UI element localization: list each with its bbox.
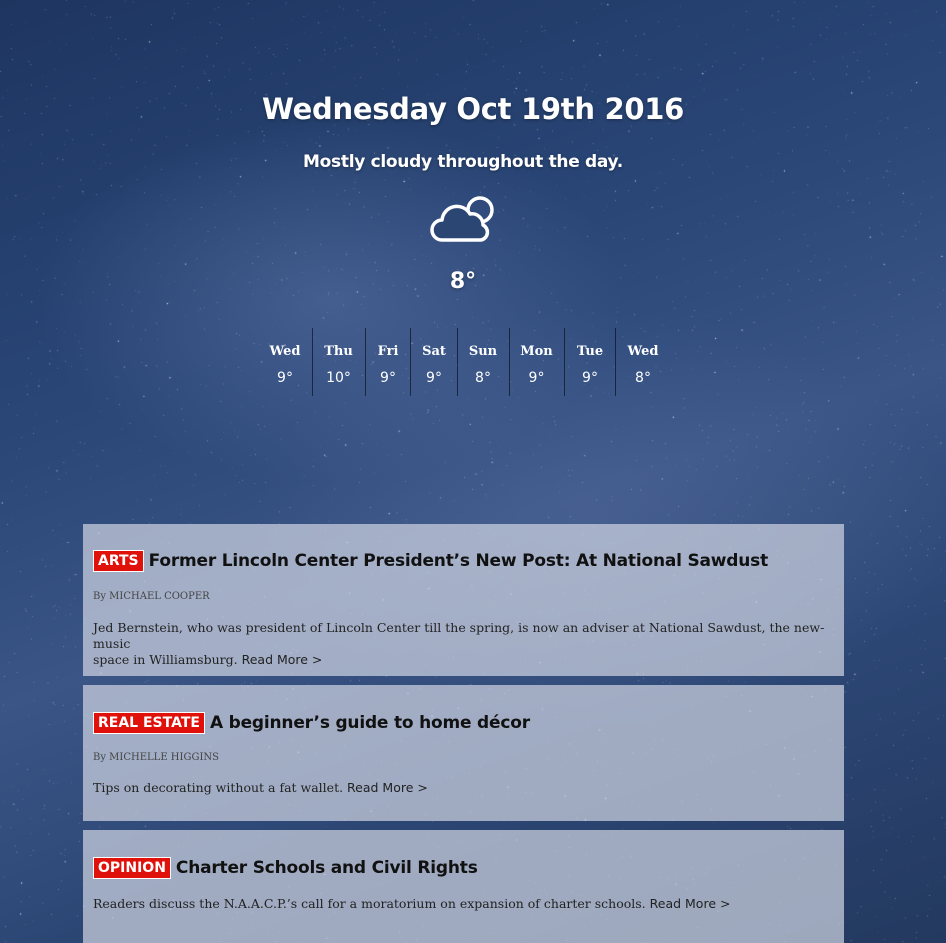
forecast-day: Fri 9° <box>366 328 410 396</box>
forecast-day-name: Sun <box>468 344 498 359</box>
article-description: Jed Bernstein, who was president of Linc… <box>93 620 834 668</box>
description-text: space in Williamsburg. <box>93 652 238 667</box>
description-text: Tips on decorating without a fat wallet. <box>93 780 344 795</box>
forecast-day-name: Thu <box>324 344 353 359</box>
article-card[interactable]: ARTS Former Lincoln Center President’s N… <box>83 524 844 676</box>
forecast-day: Sun 8° <box>458 328 508 396</box>
category-tag[interactable]: OPINION <box>93 857 171 879</box>
read-more-link[interactable]: Read More > <box>650 896 731 911</box>
read-more-link[interactable]: Read More > <box>242 652 323 667</box>
article-title[interactable]: Charter Schools and Civil Rights <box>176 858 478 878</box>
forecast-day-temp: 9° <box>582 370 598 386</box>
read-more-link[interactable]: Read More > <box>347 780 428 795</box>
description-line: Jed Bernstein, who was president of Linc… <box>93 620 825 651</box>
forecast-day-temp: 9° <box>277 370 293 386</box>
date-heading: Wednesday Oct 19th 2016 <box>262 92 684 126</box>
category-tag[interactable]: ARTS <box>93 550 144 572</box>
article-description: Tips on decorating without a fat wallet.… <box>93 780 834 796</box>
partly-cloudy-icon <box>430 196 494 242</box>
forecast-day: Thu 10° <box>313 328 364 396</box>
forecast-day-name: Wed <box>627 344 659 359</box>
category-tag[interactable]: REAL ESTATE <box>93 712 205 734</box>
forecast-day-temp: 9° <box>380 370 396 386</box>
forecast-day: Sat 9° <box>411 328 457 396</box>
forecast-day: Mon 9° <box>510 328 563 396</box>
article-byline: By MICHELLE HIGGINS <box>93 752 219 763</box>
forecast-day-name: Mon <box>520 344 553 359</box>
forecast-day-name: Wed <box>269 344 301 359</box>
forecast-day: Wed 9° <box>260 328 310 396</box>
article-description: Readers discuss the N.A.A.C.P.’s call fo… <box>93 896 834 912</box>
article-title-row: OPINION Charter Schools and Civil Rights <box>93 857 478 879</box>
forecast-day-temp: 9° <box>426 370 442 386</box>
forecast-day-temp: 8° <box>635 370 651 386</box>
current-temperature: 8° <box>449 269 477 294</box>
forecast-day-name: Tue <box>576 344 604 359</box>
article-title-row: ARTS Former Lincoln Center President’s N… <box>93 550 768 572</box>
forecast-day-temp: 8° <box>475 370 491 386</box>
forecast-day-name: Sat <box>422 344 446 359</box>
article-title[interactable]: A beginner’s guide to home décor <box>210 713 530 733</box>
forecast-day-name: Fri <box>377 344 399 359</box>
forecast-day: Tue 9° <box>565 328 615 396</box>
forecast-day-temp: 10° <box>326 370 351 386</box>
description-text: Readers discuss the N.A.A.C.P.’s call fo… <box>93 896 646 911</box>
forecast-day: Wed 8° <box>616 328 670 396</box>
weather-summary: Mostly cloudy throughout the day. <box>303 152 623 172</box>
article-card[interactable]: REAL ESTATE A beginner’s guide to home d… <box>83 685 844 821</box>
article-byline: By MICHAEL COOPER <box>93 591 210 602</box>
article-card[interactable]: OPINION Charter Schools and Civil Rights… <box>83 830 844 943</box>
weekly-forecast: Wed 9° Thu 10° Fri 9° Sat 9° Sun 8° Mon … <box>0 328 946 398</box>
forecast-day-temp: 9° <box>528 370 545 386</box>
article-title[interactable]: Former Lincoln Center President’s New Po… <box>149 551 769 571</box>
article-title-row: REAL ESTATE A beginner’s guide to home d… <box>93 712 530 734</box>
description-line-2: space in Williamsburg. Read More > <box>93 652 834 668</box>
